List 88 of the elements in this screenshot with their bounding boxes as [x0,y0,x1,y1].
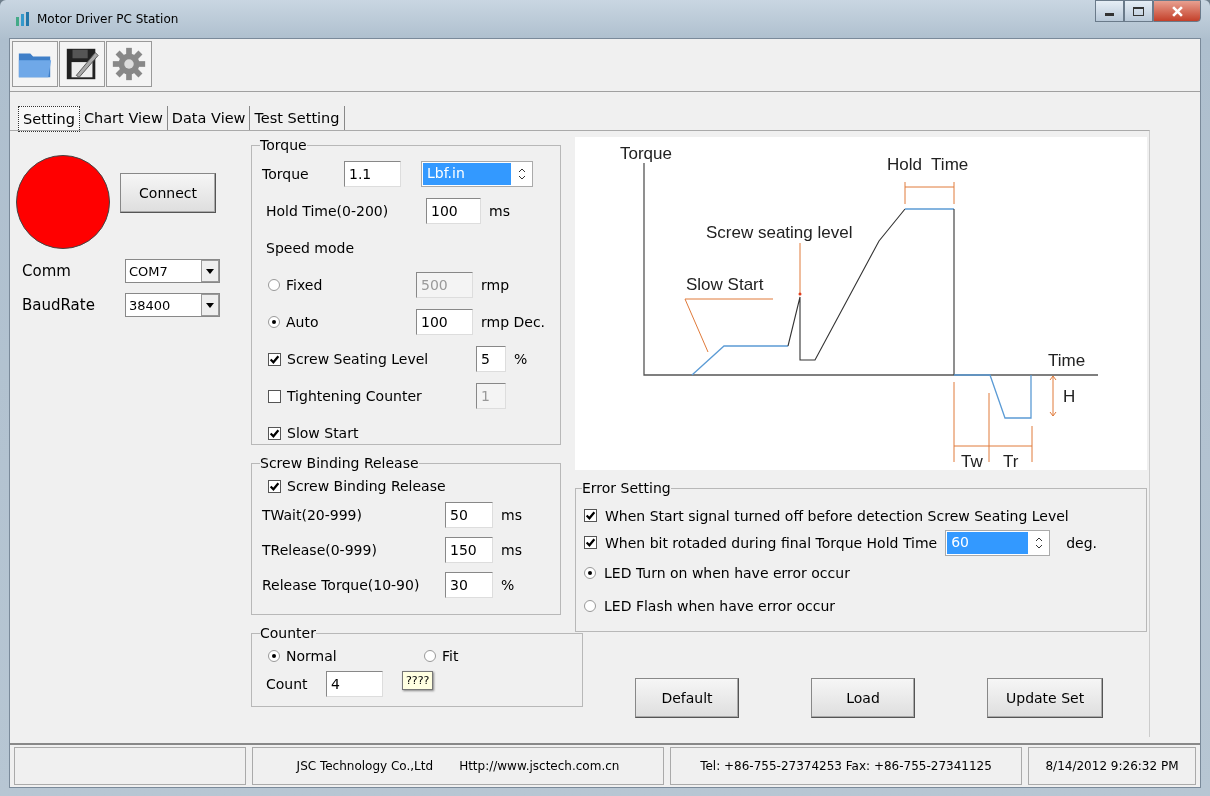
value-field[interactable]: 5 [476,346,506,372]
radio-button[interactable] [584,566,596,579]
field-label: Hold Time(0-200) [265,203,390,219]
radio-label: LED Turn on when have error occur [604,564,850,581]
contact-info: Tel: +86-755-27374253 Fax: +86-755-27341125 [670,747,1022,785]
date-time: 8/14/2012 9:26:32 PM [1028,747,1196,785]
diagram-label: Tw [961,452,983,470]
seating-level-arrow [798,242,802,296]
action-button[interactable]: Default [635,678,739,718]
action-button[interactable]: Load [811,678,915,718]
spin-arrows-icon [1035,536,1044,549]
group-title: Screw Binding Release [260,455,419,471]
checkbox-label: Tightening Counter [287,388,422,404]
checkbox-label: When Start signal turned off before detection Screw Seating Level [605,507,1069,524]
checkbox-label: Screw Binding Release [287,478,446,494]
field-label: Torque [262,166,310,182]
action-button[interactable]: Update Set [987,678,1104,718]
radio-button[interactable] [584,599,596,612]
radio-button[interactable] [268,650,280,662]
radio-label: Auto [286,314,319,330]
checkbox[interactable] [268,426,281,440]
value-field[interactable]: 30 [445,571,493,598]
unit-label: rmp Dec. [481,314,546,330]
unit-label: deg. [1066,534,1097,551]
radio-button[interactable] [424,650,436,662]
unit-label: ms [489,203,510,219]
tab[interactable]: Test Setting [250,106,345,130]
radio-label: Fit [442,648,459,664]
tab[interactable]: Setting [18,106,80,132]
count-field[interactable]: 4 [326,671,383,697]
tooltip: ???? [402,671,434,690]
torque-field[interactable]: 1.1 [344,161,401,187]
unit-label: ms [501,506,522,523]
folder-icon[interactable] [12,41,58,87]
unit-label: % [501,576,515,593]
diagram-label: H [1063,387,1076,406]
tab[interactable]: Chart View [79,106,168,130]
field-label: Count [265,676,309,692]
close-button[interactable] [1153,0,1201,22]
company-name: JSC Technology Co.,Ltd [296,759,434,773]
unit-label: ms [501,541,522,558]
axis-label: Torque [620,144,672,163]
baud-rate-dropdown[interactable]: 38400 [125,293,220,317]
dropdown-arrow-icon [206,302,214,308]
checkbox[interactable] [268,479,281,493]
comm-dropdown[interactable]: COM7 [125,259,220,283]
speed-field[interactable]: 100 [416,309,473,335]
unit-label: % [514,351,528,367]
diagram-label: Tr [1003,452,1019,470]
close-icon [1171,5,1183,17]
hold-time-field[interactable]: 100 [426,198,481,224]
minimize-button[interactable] [1095,0,1124,22]
checkbox[interactable] [268,352,281,366]
hold-time-bracket [904,181,955,205]
maximize-button[interactable] [1124,0,1153,22]
value-field[interactable]: 50 [445,501,493,528]
connect-button[interactable]: Connect [120,173,216,213]
field-label: Release Torque(10-90) [262,576,421,593]
checkbox[interactable] [584,509,597,522]
group-title: Error Setting [582,480,671,496]
window-title: Motor Driver PC Station [37,12,179,26]
section-label: Speed mode [265,240,355,256]
radio-label: Normal [286,648,337,664]
diagram-label: Screw seating level [706,223,853,242]
field-label: Comm [21,262,72,280]
dropdown-arrow-icon [206,268,214,274]
checkbox-label: When bit rotaded during final Torque Hold Time [605,534,938,551]
checkbox[interactable] [584,536,597,549]
radio-button[interactable] [268,316,280,328]
website-link[interactable]: Http://www.jsctech.com.cn [459,759,620,773]
field-label: TRelease(0-999) [262,541,378,558]
diagram-label: Hold Time [887,155,969,174]
app-icon [15,11,31,27]
checkbox-label: Screw Seating Level [287,351,429,367]
diagram-label: Slow Start [686,275,764,294]
radio-label: Fixed [286,277,323,293]
spin-arrows-icon [518,168,526,180]
value-field[interactable]: 150 [445,536,493,563]
field-label: TWait(20-999) [262,506,363,523]
axis-label: Time [1048,351,1086,370]
h-dimension [1049,375,1057,417]
radio-label: LED Flash when have error occur [604,597,835,614]
group-title: Counter [260,625,316,641]
field-label: BaudRate [21,296,96,314]
tab[interactable]: Data View [167,106,251,130]
unit-label: rmp [481,277,510,293]
group-title: Torque [260,137,307,153]
checkbox-label: Slow Start [287,425,359,441]
